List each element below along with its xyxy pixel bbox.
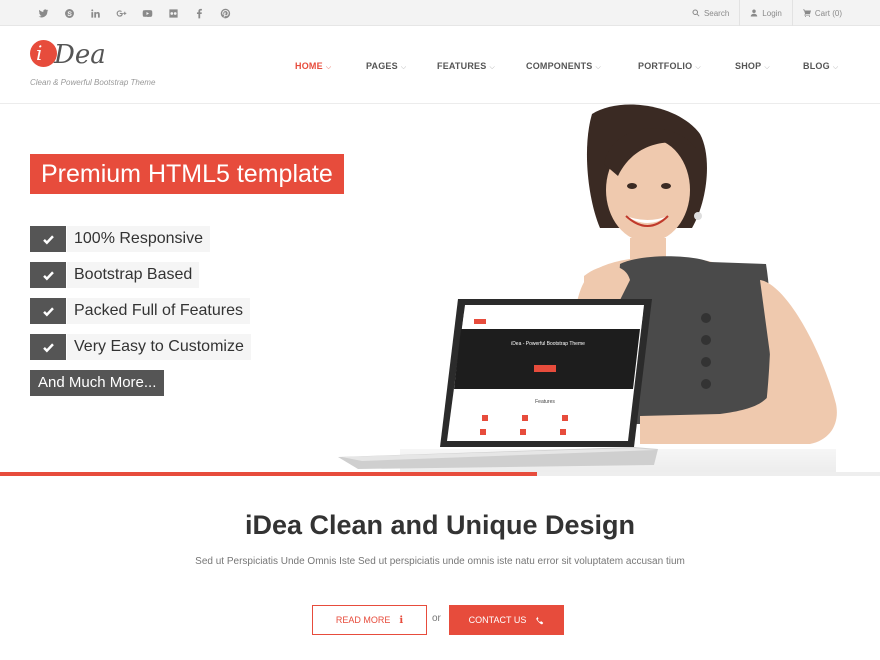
nav-label: HOME: [295, 61, 323, 71]
nav-label: PAGES: [366, 61, 398, 71]
pinterest-icon[interactable]: [212, 0, 238, 26]
nav-item-shop[interactable]: SHOP ⌵: [735, 61, 770, 72]
section-text: Sed ut Perspiciatis Unde Omnis Iste Sed …: [195, 556, 685, 567]
nav-label: FEATURES: [437, 61, 487, 71]
feature-label: Very Easy to Customize: [67, 334, 251, 360]
chevron-down-icon: ⌵: [595, 64, 602, 71]
screen-title: iDea - Powerful Bootstrap Theme: [511, 341, 585, 347]
youtube-icon[interactable]: [134, 0, 160, 26]
read-more-button[interactable]: READ MORE ℹ: [312, 605, 427, 635]
chevron-down-icon: ⌵: [325, 64, 332, 71]
feature-item: Packed Full of Features: [30, 298, 250, 324]
nav-label: BLOG: [803, 61, 830, 71]
chevron-down-icon: ⌵: [400, 64, 407, 71]
twitter-icon[interactable]: [30, 0, 56, 26]
search-link[interactable]: Search: [682, 0, 739, 26]
contact-label: CONTACT US: [468, 615, 527, 625]
feature-item: 100% Responsive: [30, 226, 210, 252]
facebook-icon[interactable]: [186, 0, 212, 26]
nav-label: COMPONENTS: [526, 61, 593, 71]
login-label: Login: [762, 8, 782, 18]
search-icon: [692, 9, 700, 17]
nav-item-components[interactable]: COMPONENTS ⌵: [526, 61, 601, 72]
nav-item-pages[interactable]: PAGES ⌵: [366, 61, 406, 72]
slider-progress-bar: [0, 472, 880, 476]
chevron-down-icon: ⌵: [695, 64, 701, 71]
section-title: iDea Clean and Unique Design: [244, 510, 636, 540]
social-links: [30, 0, 238, 26]
cart-label: Cart (0): [814, 8, 842, 18]
or-separator: or: [432, 613, 441, 624]
login-link[interactable]: Login: [739, 0, 792, 26]
chevron-down-icon: ⌵: [489, 64, 495, 71]
chevron-down-icon: ⌵: [832, 64, 839, 71]
top-bar: Search Login Cart (0): [0, 0, 880, 26]
linkedin-icon[interactable]: [82, 0, 108, 26]
nav-label: SHOP: [735, 61, 762, 71]
checkmark-icon: [30, 226, 66, 252]
info-icon: ℹ: [399, 614, 404, 626]
nav-item-portfolio[interactable]: PORTFOLIO ⌵: [638, 61, 701, 72]
nav-item-features[interactable]: FEATURES ⌵: [437, 61, 495, 72]
slider-progress-fill: [0, 472, 537, 476]
hero-slider: Premium HTML5 template 100% Responsive B…: [0, 104, 880, 476]
nav-label: PORTFOLIO: [638, 61, 693, 71]
main-nav: HOME ⌵ PAGES ⌵ FEATURES ⌵ COMPONENTS ⌵ PORTF…: [0, 26, 880, 104]
screen-section: Features: [535, 399, 555, 405]
top-links: Search Login Cart (0): [682, 0, 842, 26]
skype-icon[interactable]: [56, 0, 82, 26]
feature-label: Packed Full of Features: [67, 298, 250, 324]
google-plus-icon[interactable]: [108, 0, 134, 26]
nav-item-home[interactable]: HOME ⌵: [295, 61, 331, 72]
checkmark-icon: [30, 334, 66, 360]
contact-us-button[interactable]: CONTACT US: [449, 605, 564, 635]
and-much-more-button[interactable]: And Much More...: [30, 370, 165, 396]
user-icon: [751, 9, 758, 17]
feature-item: Bootstrap Based: [30, 262, 200, 288]
search-label: Search: [703, 8, 730, 18]
feature-label: Bootstrap Based: [67, 262, 200, 288]
laptop-image: iDea - Powerful Bootstrap Theme Features: [338, 299, 658, 469]
phone-icon: [536, 616, 544, 624]
cart-link[interactable]: Cart (0): [791, 0, 842, 26]
nav-item-blog[interactable]: BLOG ⌵: [803, 61, 838, 72]
checkmark-icon: [30, 262, 66, 288]
chevron-down-icon: ⌵: [764, 64, 770, 71]
checkmark-icon: [30, 298, 66, 324]
hero-title: Premium HTML5 template: [30, 154, 344, 194]
cart-icon: [802, 9, 811, 17]
read-more-label: READ MORE: [335, 615, 391, 625]
flickr-icon[interactable]: [160, 0, 186, 26]
feature-item: Very Easy to Customize: [30, 334, 251, 360]
feature-label: 100% Responsive: [67, 226, 210, 252]
